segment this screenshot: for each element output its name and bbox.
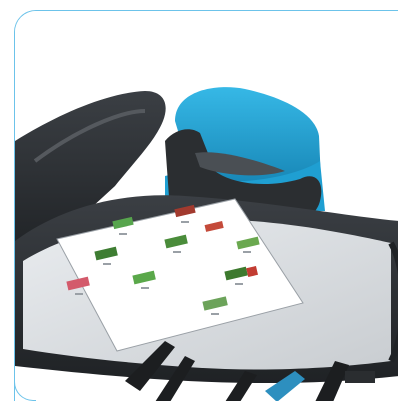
- photo-scene: [15, 11, 398, 401]
- photo-frame: [14, 10, 398, 401]
